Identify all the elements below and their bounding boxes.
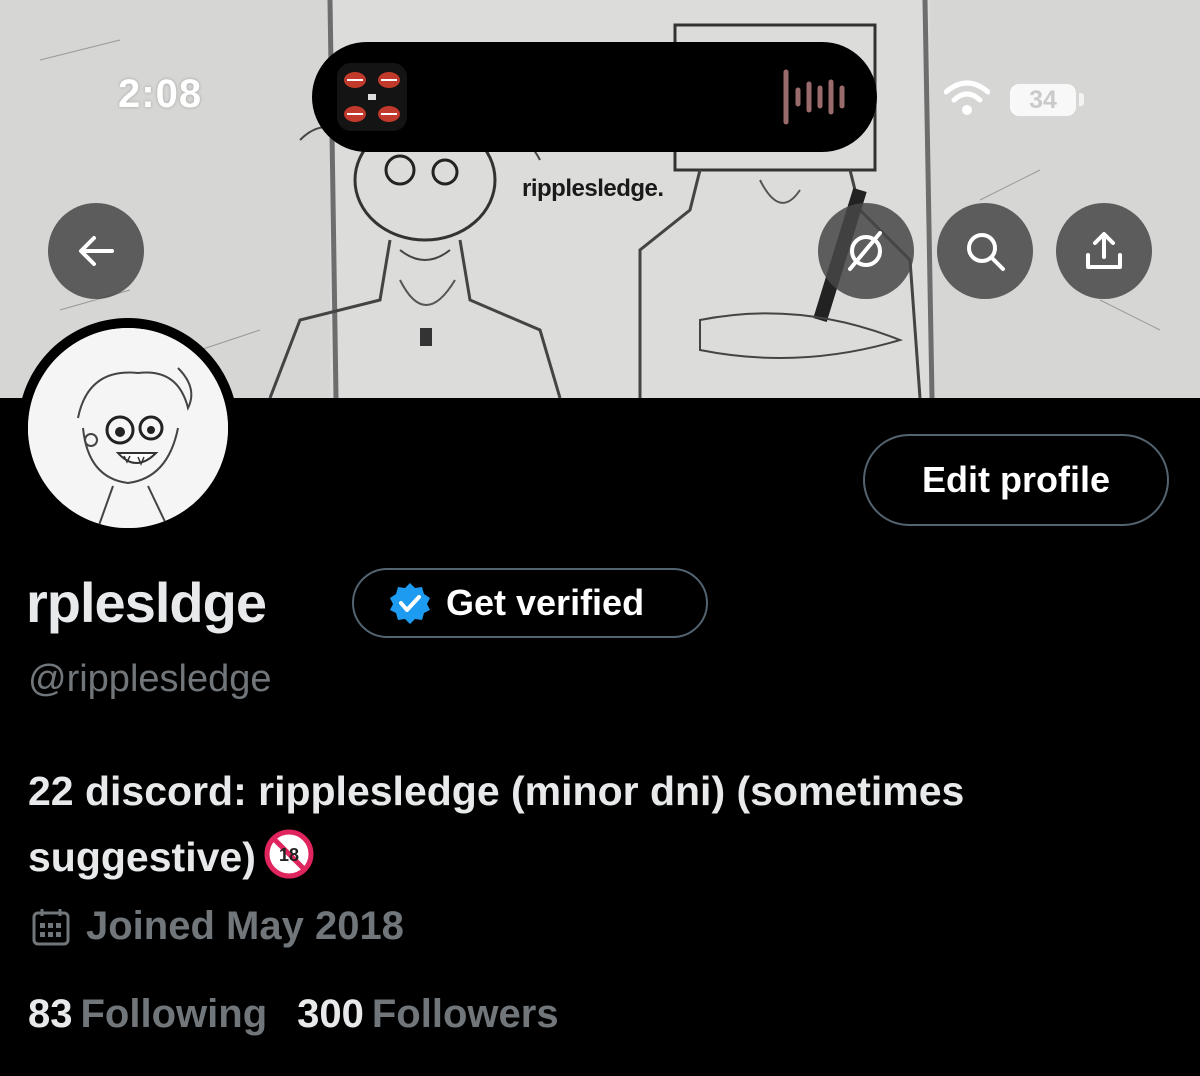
search-icon xyxy=(967,233,1005,271)
profile-display-name: rplesldge xyxy=(26,571,267,634)
calendar-icon xyxy=(32,908,70,945)
follow-stats: 83 Following 300 Followers xyxy=(28,992,559,1037)
bio-line-2-wrap: suggestive) 18 xyxy=(28,824,1178,890)
following-link[interactable]: 83 Following xyxy=(28,992,267,1037)
battery-nub xyxy=(1079,93,1084,106)
back-button[interactable] xyxy=(48,203,144,299)
back-arrow-icon xyxy=(79,236,114,266)
no-under-18-icon: 18 xyxy=(264,829,314,879)
search-button[interactable] xyxy=(937,203,1033,299)
verified-badge-icon xyxy=(390,583,430,624)
avatar-sketch-image xyxy=(28,328,228,528)
grok-icon xyxy=(848,231,882,271)
svg-text:18: 18 xyxy=(279,845,299,865)
followers-link[interactable]: 300 Followers xyxy=(297,992,558,1037)
dynamic-island[interactable] xyxy=(312,42,877,152)
followers-label: Followers xyxy=(371,992,559,1036)
following-count: 83 xyxy=(28,992,73,1036)
battery-indicator: 34 xyxy=(1010,84,1076,116)
following-label: Following xyxy=(80,992,268,1036)
followers-count: 300 xyxy=(297,992,364,1036)
now-playing-album-art xyxy=(337,63,407,131)
joined-label: Joined May 2018 xyxy=(86,904,404,948)
share-icon xyxy=(1086,232,1122,269)
banner-caption: ripplesledge. xyxy=(522,175,664,202)
edit-profile-button[interactable]: Edit profile xyxy=(863,434,1169,526)
get-verified-button[interactable]: Get verified xyxy=(352,568,708,638)
share-button[interactable] xyxy=(1056,203,1152,299)
bio-line-2: suggestive) xyxy=(28,834,256,880)
joined-date: Joined May 2018 xyxy=(30,904,404,949)
bio-line-1: 22 discord: ripplesledge (minor dni) (so… xyxy=(28,768,965,814)
grok-button[interactable] xyxy=(818,203,914,299)
get-verified-label: Get verified xyxy=(446,582,645,623)
profile-handle: @ripplesledge xyxy=(28,658,272,700)
audio-waveform-icon xyxy=(783,69,845,125)
profile-bio: 22 discord: ripplesledge (minor dni) (so… xyxy=(28,758,1178,890)
status-bar-time: 2:08 xyxy=(118,72,203,116)
wifi-icon xyxy=(944,80,990,115)
profile-avatar[interactable] xyxy=(18,318,238,538)
